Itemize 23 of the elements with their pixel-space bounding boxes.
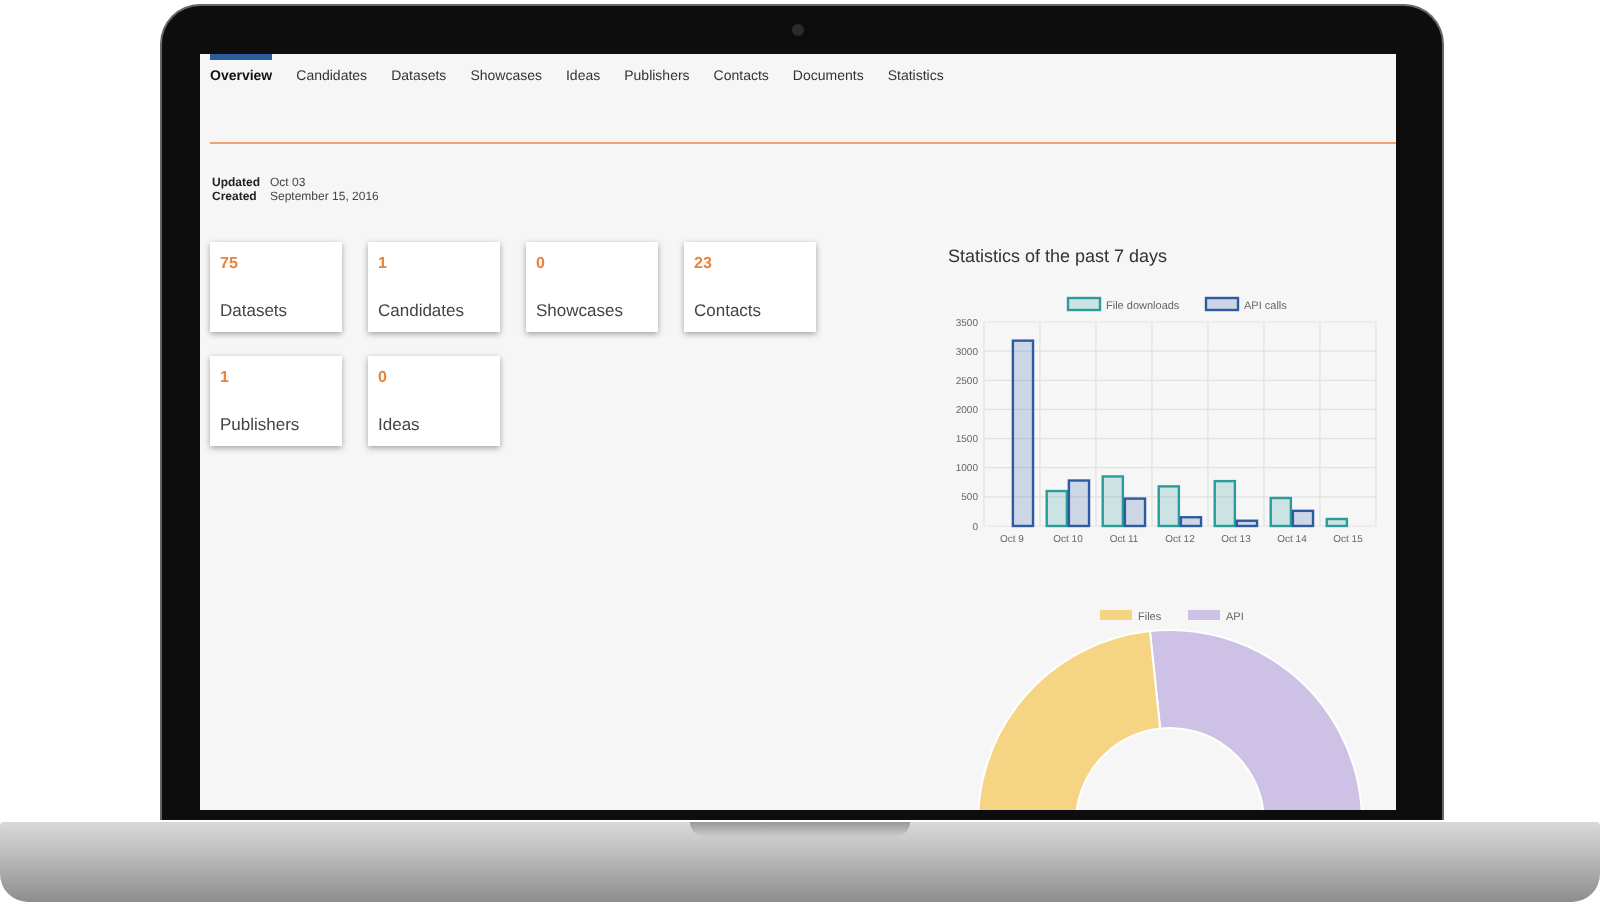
stat-count: 1 <box>378 254 387 272</box>
stat-label: Publishers <box>220 414 300 434</box>
stat-count: 0 <box>536 254 545 272</box>
stat-label: Showcases <box>536 300 623 320</box>
stat-count: 0 <box>378 368 387 386</box>
stat-card[interactable]: 1 Candidates <box>368 242 500 332</box>
stat-label: Ideas <box>378 414 420 434</box>
stat-card[interactable]: 1 Publishers <box>210 356 342 446</box>
camera-dot <box>792 24 804 36</box>
bar <box>1067 479 1091 528</box>
stat-count: 1 <box>220 368 229 386</box>
stat-card[interactable]: 75 Datasets <box>210 242 342 332</box>
stat-card[interactable]: 23 Contacts <box>684 242 816 332</box>
bar <box>1325 517 1349 528</box>
stat-label: Datasets <box>220 300 288 320</box>
bar <box>1045 489 1069 528</box>
chart-title: Statistics of the past 7 days <box>948 246 1168 266</box>
stat-card[interactable]: 0 Showcases <box>526 242 658 332</box>
stat-count: 23 <box>694 254 712 272</box>
stat-card[interactable]: 0 Ideas <box>368 356 500 446</box>
stat-count: 75 <box>220 254 238 272</box>
stat-label: Candidates <box>378 300 465 320</box>
stat-label: Contacts <box>694 300 762 320</box>
